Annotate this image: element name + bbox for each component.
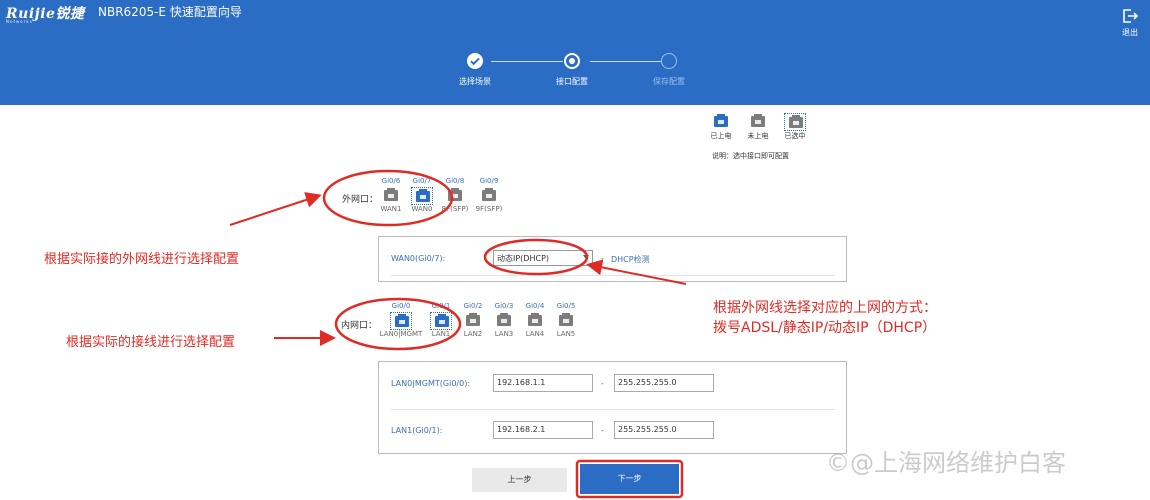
lan1-field-label: LAN1(Gi0/1): <box>391 426 443 435</box>
lan0-mask-input[interactable]: 255.255.255.0 <box>614 374 714 392</box>
lan1-mask-input[interactable]: 255.255.255.0 <box>614 421 714 439</box>
lan0-ip-input[interactable]: 192.168.1.1 <box>493 374 593 392</box>
port-name: Gi0/5 <box>556 302 576 310</box>
field-separator: - <box>601 254 604 263</box>
step-current-icon <box>564 53 580 69</box>
lan0-field-label: LAN0|MGMT(Gi0/0): <box>391 379 471 388</box>
legend-unpowered: 未上电 <box>743 113 773 141</box>
annotation-mode-hint-line1: 根据外网线选择对应的上网的方式： <box>713 300 937 316</box>
port-powered-icon <box>714 114 728 127</box>
field-separator: - <box>601 379 604 388</box>
previous-step-button[interactable]: 上一步 <box>472 468 567 492</box>
lan-config-panel: LAN0|MGMT(Gi0/0): 192.168.1.1 - 255.255.… <box>378 361 847 454</box>
annotation-mode-hint-line2: 拨号ADSL/静态IP/动态IP（DHCP） <box>713 320 937 336</box>
next-step-button[interactable]: 下一步 <box>580 464 679 494</box>
port-name: Gi0/7 <box>412 177 432 185</box>
port-name: Gi0/1 <box>431 302 451 310</box>
wan-row-label: 外网口： <box>342 195 379 205</box>
sfp-port-icon <box>482 188 496 201</box>
legend-powered: 已上电 <box>706 113 736 141</box>
legend-selected-label: 已选中 <box>784 132 806 140</box>
step-connector <box>491 61 563 62</box>
dhcp-detect-link[interactable]: DHCP检测 <box>611 254 650 265</box>
legend-note: 说明：选中接口即可配置 <box>712 152 789 160</box>
top-bar: Ruijie锐捷 Networks NBR6205-E 快速配置向导 退出 选择… <box>0 0 1150 105</box>
ethernet-port-icon <box>384 188 398 201</box>
lan-port-gi0-0[interactable]: Gi0/0 LAN0|MGMT <box>380 302 423 338</box>
lan-port-gi0-5[interactable]: Gi0/5 LAN5 <box>551 302 581 338</box>
port-label: LAN5 <box>556 330 576 338</box>
lan1-ip-input[interactable]: 192.168.2.1 <box>493 421 593 439</box>
wan0-field-label: WAN0(Gi0/7): <box>391 254 446 263</box>
step-label-save: 保存配置 <box>653 77 685 86</box>
port-unpowered-icon <box>751 114 765 127</box>
ethernet-port-icon <box>528 313 542 326</box>
annotation-lan-hint: 根据实际的接线进行选择配置 <box>66 335 236 350</box>
ethernet-port-icon <box>466 313 480 326</box>
step-label-scene: 选择场景 <box>459 77 491 86</box>
ethernet-port-icon <box>395 314 409 327</box>
step-connector <box>590 61 662 62</box>
watermark: ©@上海网络维护白客 <box>826 449 1066 477</box>
wan-config-panel: WAN0(Gi0/7): 动态IP(DHCP) - DHCP检测 <box>378 236 847 282</box>
ethernet-port-icon <box>435 314 449 327</box>
port-name: Gi0/4 <box>525 302 545 310</box>
legend-selected: 已选中 <box>780 113 810 141</box>
divider <box>391 275 835 276</box>
step-done-check-icon <box>467 53 483 69</box>
port-name: Gi0/0 <box>391 302 411 310</box>
wizard-steps: 选择场景 接口配置 保存配置 <box>0 0 1150 105</box>
wan-mode-value: 动态IP(DHCP) <box>497 254 550 263</box>
divider <box>391 409 835 410</box>
legend-unpowered-label: 未上电 <box>747 132 769 140</box>
annotation-wan-hint: 根据实际接的外网线进行选择配置 <box>44 252 240 267</box>
port-name: Gi0/3 <box>494 302 514 310</box>
legend-powered-label: 已上电 <box>710 132 732 140</box>
port-label: 9F(SFP) <box>475 205 503 213</box>
wan-mode-select[interactable]: 动态IP(DHCP) <box>493 250 593 266</box>
field-separator: - <box>601 426 604 435</box>
step-label-interface: 接口配置 <box>556 77 588 86</box>
port-name: Gi0/9 <box>479 177 499 185</box>
ethernet-port-icon <box>416 189 430 202</box>
port-name: Gi0/6 <box>381 177 401 185</box>
wan-arrow <box>229 192 322 226</box>
chevron-down-icon <box>583 255 589 259</box>
wan-port-gi0-9[interactable]: Gi0/9 9F(SFP) <box>474 177 504 213</box>
ethernet-port-icon <box>559 313 573 326</box>
step-todo-icon <box>661 53 677 69</box>
ethernet-port-icon <box>497 313 511 326</box>
sfp-port-icon <box>448 188 462 201</box>
port-selected-icon <box>789 115 803 128</box>
lan-row-label: 内网口： <box>341 321 378 331</box>
port-name: Gi0/2 <box>463 302 483 310</box>
port-name: Gi0/8 <box>445 177 465 185</box>
